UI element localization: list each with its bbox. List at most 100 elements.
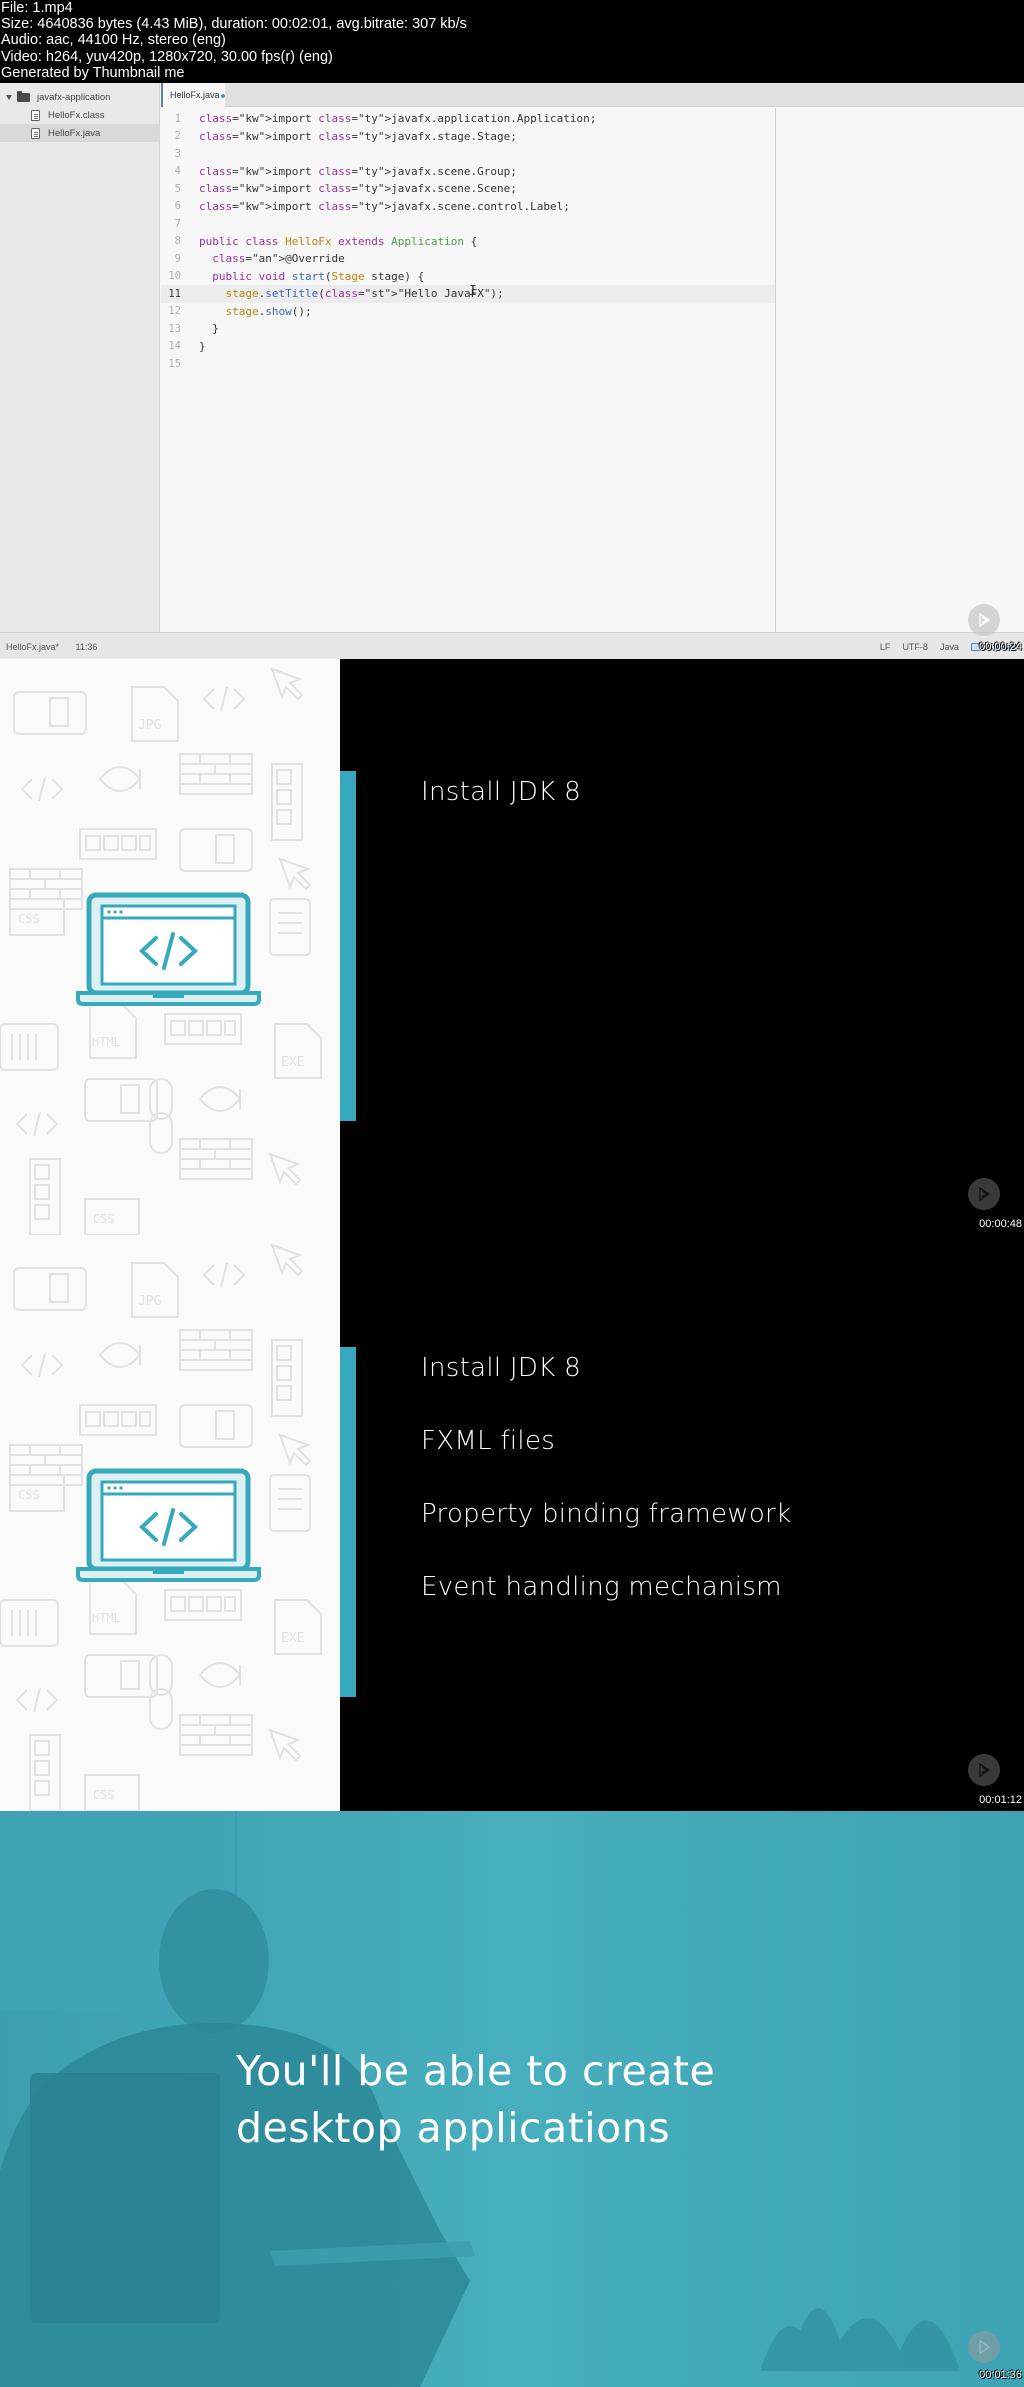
laptop-code-icon xyxy=(76,1468,261,1582)
status-file[interactable]: HelloFx.java* xyxy=(6,642,59,652)
project-tree: javafx-application HelloFx.class HelloFx… xyxy=(0,83,160,632)
bullet-item: Event handling mechanism xyxy=(421,1572,782,1602)
tree-file-label: HelloFx.class xyxy=(48,109,105,121)
code-line[interactable]: 15 xyxy=(161,355,775,373)
code-text: public class HelloFx extends Application… xyxy=(199,234,478,248)
status-cursor-position[interactable]: 11:36 xyxy=(76,642,98,652)
code-line[interactable]: 8 public class HelloFx extends Applicatio… xyxy=(161,233,775,251)
code-text: class="kw">import class="ty">javafx.scen… xyxy=(199,164,517,178)
tab-label: HelloFx.java xyxy=(170,90,220,100)
accent-bar xyxy=(340,771,356,1121)
line-number: 1 xyxy=(174,112,181,125)
headline: You'll be able to create desktop applica… xyxy=(236,2043,715,2157)
bullet-item: FXML files xyxy=(421,1426,556,1456)
code-line[interactable]: 5 class="kw">import class="ty">javafx.sce… xyxy=(161,180,775,198)
code-text: class="kw">import class="ty">javafx.scen… xyxy=(199,199,570,213)
frame-ide: javafx-application HelloFx.class HelloFx… xyxy=(0,83,1024,659)
play-icon xyxy=(979,612,991,628)
play-icon xyxy=(979,2339,991,2355)
tree-root-folder[interactable]: javafx-application xyxy=(0,88,159,106)
tree-file-class[interactable]: HelloFx.class xyxy=(0,106,159,124)
meta-file: File: 1.mp4 xyxy=(1,0,73,16)
code-text: class="kw">import class="ty">javafx.appl… xyxy=(199,112,597,126)
svg-text:CSS: CSS xyxy=(18,1488,40,1502)
frame-timestamp: 00:00:24 xyxy=(979,641,1022,653)
status-bar: HelloFx.java* 11:36 LF UTF-8 Java 1 upda… xyxy=(0,632,1024,659)
line-number: 6 xyxy=(174,200,181,213)
code-line[interactable]: 7 xyxy=(161,215,775,233)
code-line[interactable]: 6 class="kw">import class="ty">javafx.sce… xyxy=(161,198,775,216)
play-button[interactable] xyxy=(968,2331,1000,2363)
code-line[interactable]: 2 class="kw">import class="ty">javafx.sta… xyxy=(161,128,775,146)
status-grammar[interactable]: Java xyxy=(940,642,959,652)
code-line[interactable]: 9 class="an">@Override xyxy=(161,250,775,268)
svg-text:EXE: EXE xyxy=(281,1055,304,1070)
line-number: 11 xyxy=(168,287,181,300)
play-button[interactable] xyxy=(968,604,1000,636)
frame-slide-2: JPG CSS HTML EXE CSS Install JDK 8 FXML files… xyxy=(0,1235,1024,1811)
play-button[interactable] xyxy=(968,1178,1000,1210)
line-number: 12 xyxy=(168,305,181,318)
line-number: 13 xyxy=(168,322,181,335)
line-number: 15 xyxy=(168,357,181,370)
frame-timestamp: 00:01:12 xyxy=(979,1794,1022,1806)
line-number: 8 xyxy=(174,235,181,248)
code-line[interactable]: 4 class="kw">import class="ty">javafx.sce… xyxy=(161,163,775,181)
code-text: class="an">@Override xyxy=(212,252,345,266)
line-number: 5 xyxy=(174,182,181,195)
line-number: 10 xyxy=(168,270,181,283)
code-text: } xyxy=(199,322,219,336)
frame-timestamp: 00:00:48 xyxy=(979,1218,1022,1230)
frame-timestamp: 00:01:36 xyxy=(979,2369,1022,2381)
code-text: class="kw">import class="ty">javafx.stag… xyxy=(199,129,517,143)
bullet-item: Install JDK 8 xyxy=(421,777,581,807)
code-editor[interactable]: 1 class="kw">import class="ty">javafx.app… xyxy=(161,108,776,632)
code-line[interactable]: 12 stage.show(); xyxy=(161,303,775,321)
editor-right-pane xyxy=(777,108,1024,632)
text-cursor-icon: I xyxy=(469,284,477,299)
file-icon xyxy=(31,127,40,139)
meta-video: Video: h264, yuv420p, 1280x720, 30.00 fp… xyxy=(1,48,333,65)
headline-line-2: desktop applications xyxy=(236,2104,671,2152)
bullet-item: Install JDK 8 xyxy=(421,1353,581,1383)
folder-icon xyxy=(17,90,30,102)
line-number: 3 xyxy=(174,147,181,160)
svg-text:CSS: CSS xyxy=(18,912,40,926)
tree-file-java[interactable]: HelloFx.java xyxy=(0,124,159,142)
video-metadata: File: 1.mp4 Size: 4640836 bytes (4.43 Mi… xyxy=(0,0,1024,83)
svg-text:HTML: HTML xyxy=(92,1035,121,1049)
modified-dot-icon xyxy=(220,94,225,98)
code-line[interactable]: 3 xyxy=(161,145,775,163)
code-line[interactable]: 10 public void start(Stage stage) { xyxy=(161,268,775,286)
code-line[interactable]: 13 } xyxy=(161,320,775,338)
svg-text:JPG: JPG xyxy=(138,718,162,733)
play-icon xyxy=(979,1762,991,1778)
svg-text:HTML: HTML xyxy=(92,1611,121,1625)
meta-generator: Generated by Thumbnail me xyxy=(1,64,185,81)
meta-audio: Audio: aac, 44100 Hz, stereo (eng) xyxy=(1,32,226,49)
frame-title-photo: You'll be able to create desktop applica… xyxy=(0,1811,1024,2387)
status-encoding[interactable]: UTF-8 xyxy=(902,642,928,652)
code-line[interactable]: 11 stage.setTitle(class="st">"Hello Java… xyxy=(161,285,775,303)
status-line-ending[interactable]: LF xyxy=(880,642,891,652)
laptop-code-icon xyxy=(76,892,261,1006)
code-text: stage.setTitle(class="st">"Hello JavaFX"… xyxy=(225,287,504,301)
line-number: 4 xyxy=(174,165,181,178)
accent-bar xyxy=(340,1347,356,1697)
code-text: public void start(Stage stage) { xyxy=(212,269,425,283)
svg-text:JPG: JPG xyxy=(138,1294,162,1309)
tab-hellofx-java[interactable]: HelloFx.java xyxy=(161,83,225,107)
meta-size: Size: 4640836 bytes (4.43 MiB), duration… xyxy=(1,16,467,33)
play-button[interactable] xyxy=(968,1754,1000,1786)
code-line[interactable]: 1 class="kw">import class="ty">javafx.app… xyxy=(161,110,775,128)
svg-text:EXE: EXE xyxy=(281,1631,304,1646)
code-text: stage.show(); xyxy=(225,304,312,318)
code-line[interactable]: 14} xyxy=(161,338,775,356)
code-text: class="kw">import class="ty">javafx.scen… xyxy=(199,182,517,196)
chevron-down-icon[interactable] xyxy=(6,94,12,100)
line-number: 2 xyxy=(174,130,181,143)
tree-root-label: javafx-application xyxy=(37,91,111,103)
line-number: 9 xyxy=(174,252,181,265)
line-number: 7 xyxy=(174,217,181,230)
svg-text:CSS: CSS xyxy=(93,1788,115,1802)
